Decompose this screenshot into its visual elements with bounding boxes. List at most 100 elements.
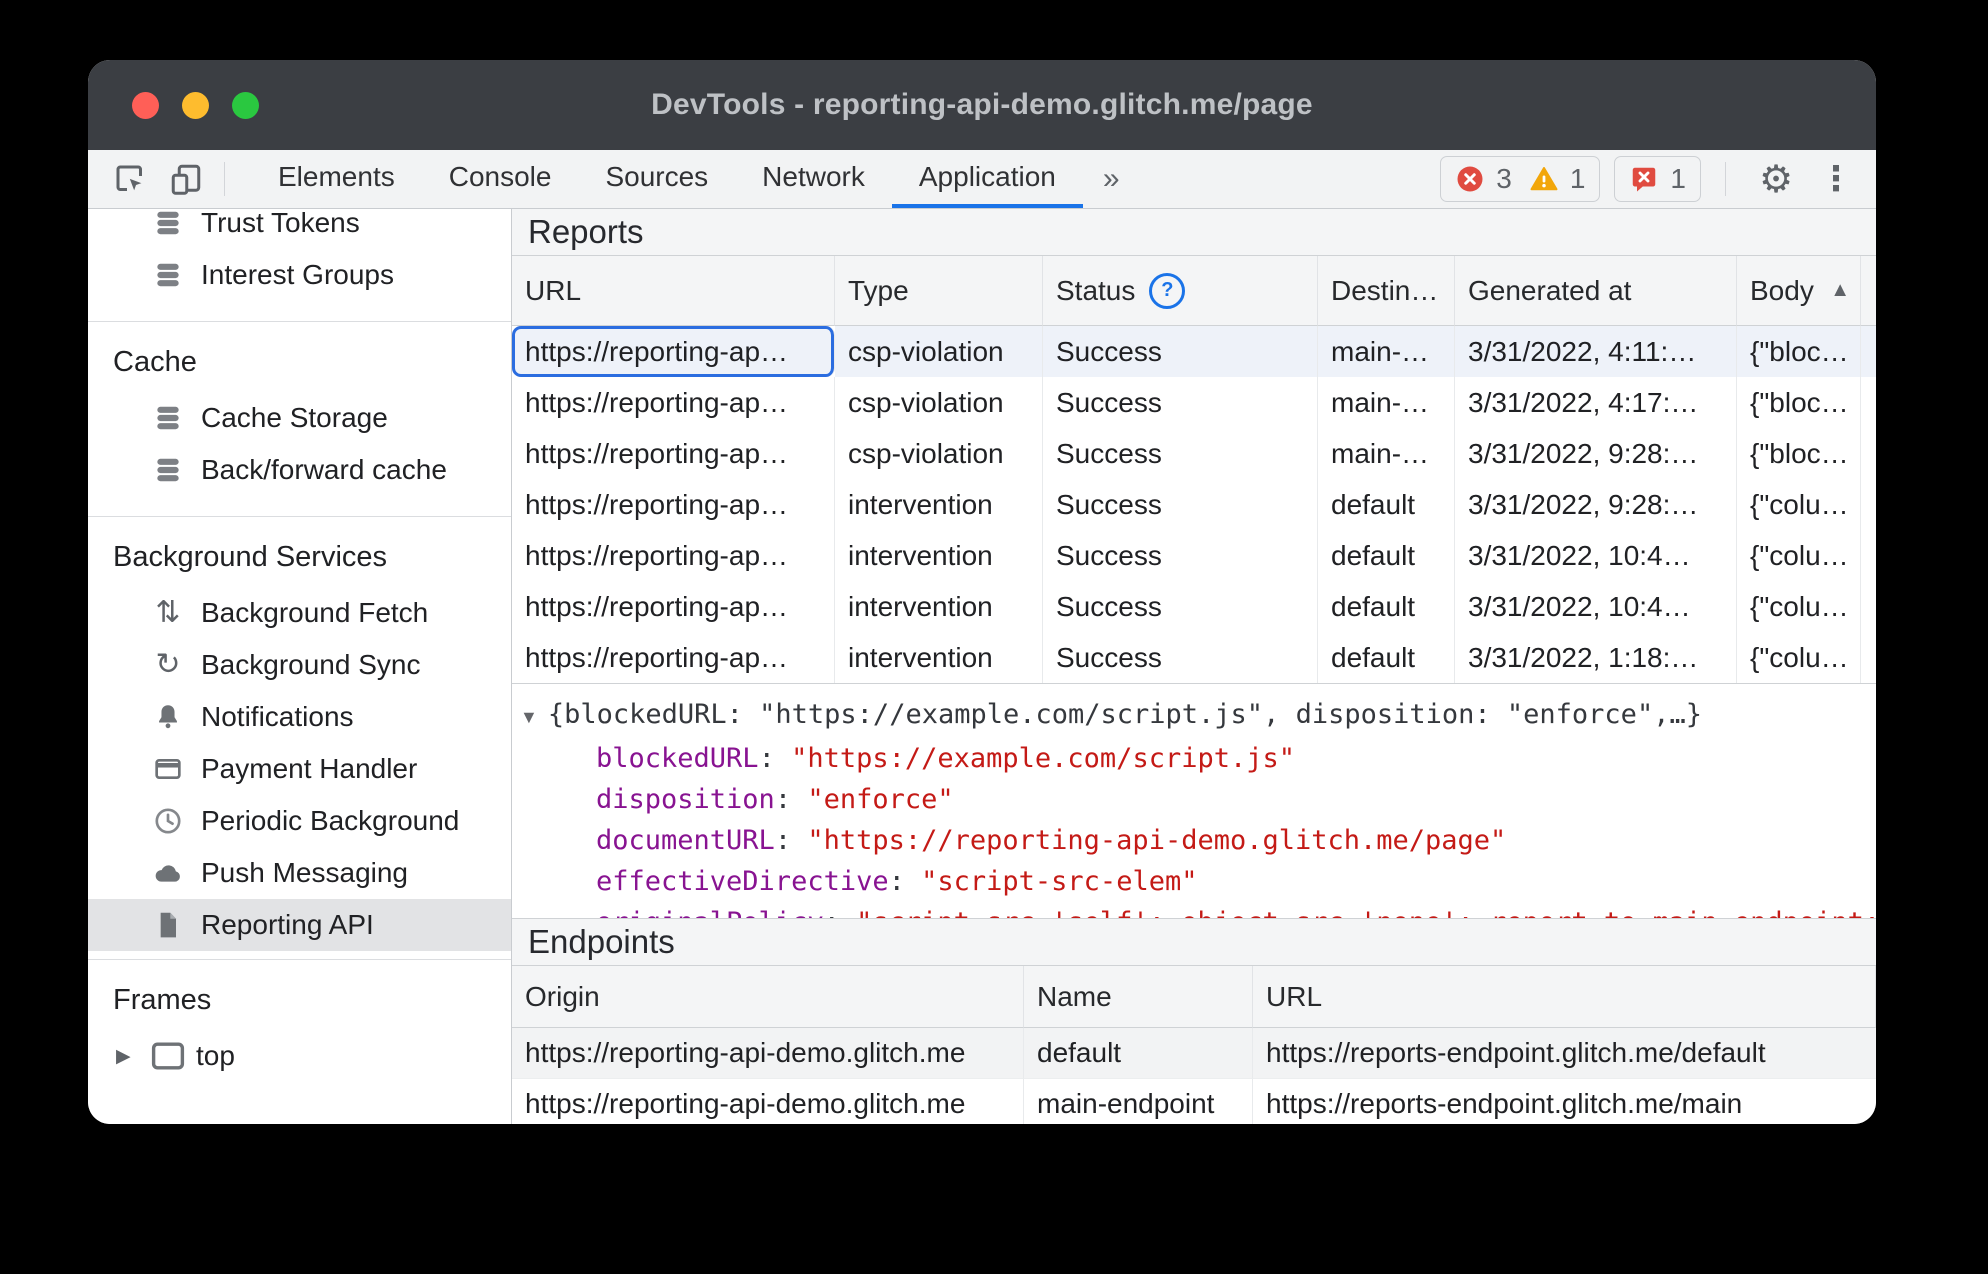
column-header-generated-at[interactable]: Generated at [1455, 256, 1737, 326]
tab-elements[interactable]: Elements [251, 150, 422, 208]
json-summary-row[interactable]: ▼ {blockedURL: "https://example.com/scri… [520, 694, 1876, 738]
sidebar-item-interest-groups[interactable]: Interest Groups [88, 249, 511, 301]
zoom-window-button[interactable] [232, 91, 259, 119]
endpoint-row-origin[interactable]: https://reporting-api-demo.glitch.me [512, 1079, 1024, 1124]
report-row-destination[interactable]: default [1318, 581, 1455, 632]
sidebar-item-background-sync[interactable]: ↻ Background Sync [88, 639, 511, 691]
minimize-window-button[interactable] [182, 91, 209, 119]
close-window-button[interactable] [132, 91, 159, 119]
report-row-generated[interactable]: 3/31/2022, 10:4… [1455, 530, 1737, 581]
endpoint-row-url[interactable]: https://reports-endpoint.glitch.me/main [1253, 1079, 1876, 1124]
report-row-body[interactable]: {"colu… [1737, 479, 1861, 530]
toggle-device-toolbar-icon[interactable] [158, 161, 214, 197]
report-row-status[interactable]: Success [1043, 326, 1318, 377]
report-row-url[interactable]: https://reporting-ap… [512, 428, 835, 479]
report-row-generated[interactable]: 3/31/2022, 9:28:… [1455, 479, 1737, 530]
column-header-type[interactable]: Type [835, 256, 1043, 326]
sidebar-item-periodic-background-sync[interactable]: Periodic Background [88, 795, 511, 847]
endpoint-row-name[interactable]: main-endpoint [1024, 1079, 1253, 1124]
report-row-url[interactable]: https://reporting-ap… [512, 632, 835, 683]
sidebar-item-notifications[interactable]: Notifications [88, 691, 511, 743]
report-row-status[interactable]: Success [1043, 632, 1318, 683]
report-row-generated[interactable]: 3/31/2022, 4:17:… [1455, 377, 1737, 428]
column-header-endpoint-url[interactable]: URL [1253, 966, 1876, 1028]
settings-gear-icon[interactable]: ⚙ [1750, 157, 1802, 202]
report-row-generated[interactable]: 3/31/2022, 1:18:… [1455, 632, 1737, 683]
row-gutter [1861, 530, 1876, 581]
report-row-url[interactable]: https://reporting-ap… [512, 326, 835, 377]
column-header-name[interactable]: Name [1024, 966, 1253, 1028]
report-row-destination[interactable]: main-… [1318, 377, 1455, 428]
inspect-element-icon[interactable] [102, 161, 158, 197]
tab-sources[interactable]: Sources [578, 150, 735, 208]
collapse-triangle-icon[interactable]: ▼ [520, 697, 538, 738]
report-row-type[interactable]: intervention [835, 479, 1043, 530]
report-row-type[interactable]: intervention [835, 530, 1043, 581]
report-row-type[interactable]: intervention [835, 581, 1043, 632]
report-row-url[interactable]: https://reporting-ap… [512, 377, 835, 428]
expand-arrow-icon[interactable]: ▶ [116, 1045, 140, 1068]
report-row-url[interactable]: https://reporting-ap… [512, 581, 835, 632]
report-row-generated[interactable]: 3/31/2022, 10:4… [1455, 581, 1737, 632]
devtools-window: DevTools - reporting-api-demo.glitch.me/… [88, 60, 1876, 1124]
more-tabs-icon[interactable]: » [1083, 150, 1140, 208]
errors-warnings-badge[interactable]: 3 1 [1440, 156, 1601, 202]
tab-network[interactable]: Network [735, 150, 892, 208]
report-row-url[interactable]: https://reporting-ap… [512, 530, 835, 581]
column-header-url[interactable]: URL [512, 256, 835, 326]
report-row-body[interactable]: {"bloc… [1737, 377, 1861, 428]
report-row-body[interactable]: {"colu… [1737, 530, 1861, 581]
report-row-type[interactable]: csp-violation [835, 326, 1043, 377]
column-header-body[interactable]: Body ▲ [1737, 256, 1861, 326]
row-gutter [1861, 428, 1876, 479]
endpoints-table: Origin Name URL https://reporting-api-de… [512, 966, 1876, 1124]
json-property[interactable]: disposition: "enforce" [596, 779, 1876, 820]
report-row-body[interactable]: {"colu… [1737, 581, 1861, 632]
tab-console[interactable]: Console [422, 150, 579, 208]
json-property[interactable]: blockedURL: "https://example.com/script.… [596, 738, 1876, 779]
json-property-clipped[interactable]: originalPolicy: "script-src 'self'; obje… [520, 902, 1876, 918]
report-row-body[interactable]: {"bloc… [1737, 326, 1861, 377]
report-row-generated[interactable]: 3/31/2022, 4:11:… [1455, 326, 1737, 377]
tab-application[interactable]: Application [891, 150, 1083, 208]
issues-badge[interactable]: 1 [1614, 156, 1701, 202]
column-header-origin[interactable]: Origin [512, 966, 1024, 1028]
report-row-status[interactable]: Success [1043, 377, 1318, 428]
column-header-status[interactable]: Status ? [1043, 256, 1318, 326]
sidebar-item-payment-handler[interactable]: Payment Handler [88, 743, 511, 795]
report-body-preview: ▼ {blockedURL: "https://example.com/scri… [512, 684, 1876, 918]
report-row-url[interactable]: https://reporting-ap… [512, 479, 835, 530]
sidebar-item-reporting-api[interactable]: Reporting API [88, 899, 511, 951]
json-property[interactable]: documentURL: "https://reporting-api-demo… [596, 820, 1876, 861]
endpoint-row-name[interactable]: default [1024, 1028, 1253, 1079]
status-help-icon[interactable]: ? [1149, 272, 1186, 309]
sidebar-item-back-forward-cache[interactable]: Back/forward cache [88, 444, 511, 496]
sidebar-item-push-messaging[interactable]: Push Messaging [88, 847, 511, 899]
report-row-destination[interactable]: default [1318, 479, 1455, 530]
endpoint-row-origin[interactable]: https://reporting-api-demo.glitch.me [512, 1028, 1024, 1079]
report-row-destination[interactable]: main-… [1318, 428, 1455, 479]
report-row-generated[interactable]: 3/31/2022, 9:28:… [1455, 428, 1737, 479]
report-row-status[interactable]: Success [1043, 530, 1318, 581]
report-row-destination[interactable]: main-… [1318, 326, 1455, 377]
report-row-body[interactable]: {"colu… [1737, 632, 1861, 683]
report-row-body[interactable]: {"bloc… [1737, 428, 1861, 479]
report-row-status[interactable]: Success [1043, 479, 1318, 530]
report-row-status[interactable]: Success [1043, 428, 1318, 479]
report-row-status[interactable]: Success [1043, 581, 1318, 632]
sidebar-item-background-fetch[interactable]: ⇅ Background Fetch [88, 587, 511, 639]
report-row-type[interactable]: csp-violation [835, 377, 1043, 428]
report-row-type[interactable]: csp-violation [835, 428, 1043, 479]
report-row-destination[interactable]: default [1318, 530, 1455, 581]
report-row-type[interactable]: intervention [835, 632, 1043, 683]
report-row-destination[interactable]: default [1318, 632, 1455, 683]
sidebar-item-trust-tokens[interactable]: Trust Tokens [88, 209, 511, 249]
kebab-menu-icon[interactable]: ⋮ [1816, 159, 1856, 199]
endpoint-row-url[interactable]: https://reports-endpoint.glitch.me/defau… [1253, 1028, 1876, 1079]
sidebar-item-top-frame[interactable]: ▶ top [88, 1030, 511, 1082]
column-header-destination[interactable]: Destin… [1318, 256, 1455, 326]
sidebar-item-label: Interest Groups [201, 259, 394, 290]
json-property[interactable]: effectiveDirective: "script-src-elem" [596, 861, 1876, 902]
background-sync-icon: ↻ [155, 648, 181, 681]
sidebar-item-cache-storage[interactable]: Cache Storage [88, 392, 511, 444]
